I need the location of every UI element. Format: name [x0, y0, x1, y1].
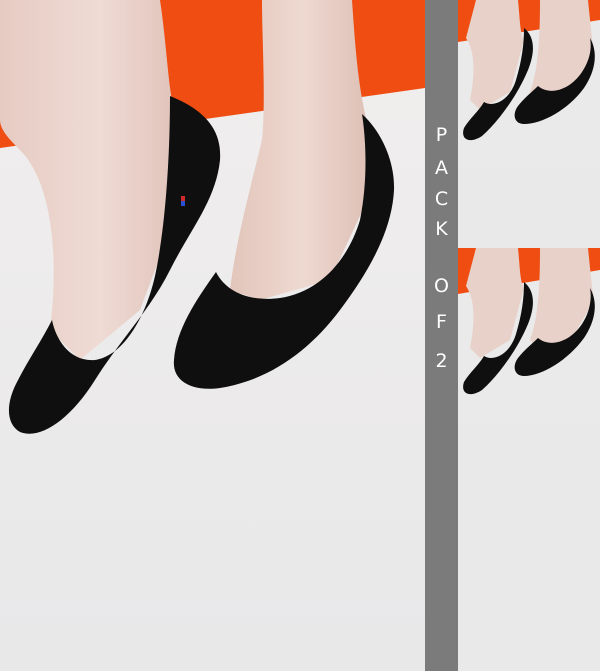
- banner-letter: F: [436, 311, 447, 333]
- pack-of-2-banner: P A C K O F 2: [425, 0, 458, 671]
- thumbnail-pair-1: [458, 0, 600, 168]
- banner-letter: A: [435, 157, 448, 179]
- product-photo-main: [0, 0, 425, 671]
- banner-letter: P: [435, 124, 448, 146]
- thumbnail-illustration: [458, 0, 600, 168]
- thumbnail-pair-2: [458, 248, 600, 424]
- sock-logo-red: [181, 196, 185, 201]
- sock-logo-blue: [181, 201, 185, 206]
- banner-letter: K: [435, 218, 448, 240]
- banner-letter: O: [434, 275, 449, 297]
- banner-letter: 2: [435, 350, 448, 372]
- sock-pair-illustration: [0, 0, 425, 671]
- thumbnail-illustration: [458, 248, 600, 424]
- banner-letter: C: [434, 188, 449, 210]
